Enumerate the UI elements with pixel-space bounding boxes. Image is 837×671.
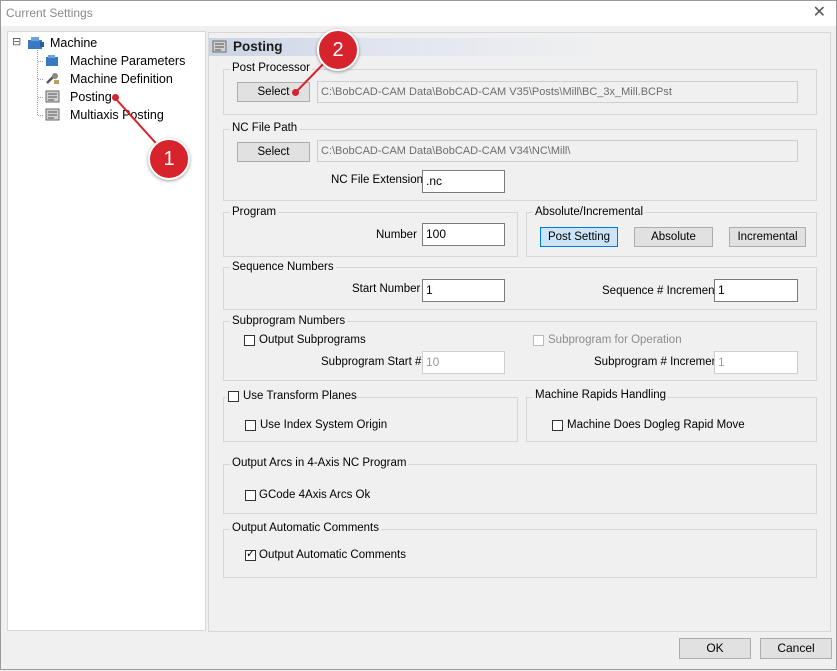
callout-2-badge: 2 [317,29,359,71]
callout-2-anchor [292,89,299,96]
callout-leader-lines [114,55,332,152]
settings-window: Current Settings ✕ ⊟ Machine Machine Par… [0,0,837,670]
callout-1-anchor [112,94,119,101]
callout-1-badge: 1 [148,138,190,180]
